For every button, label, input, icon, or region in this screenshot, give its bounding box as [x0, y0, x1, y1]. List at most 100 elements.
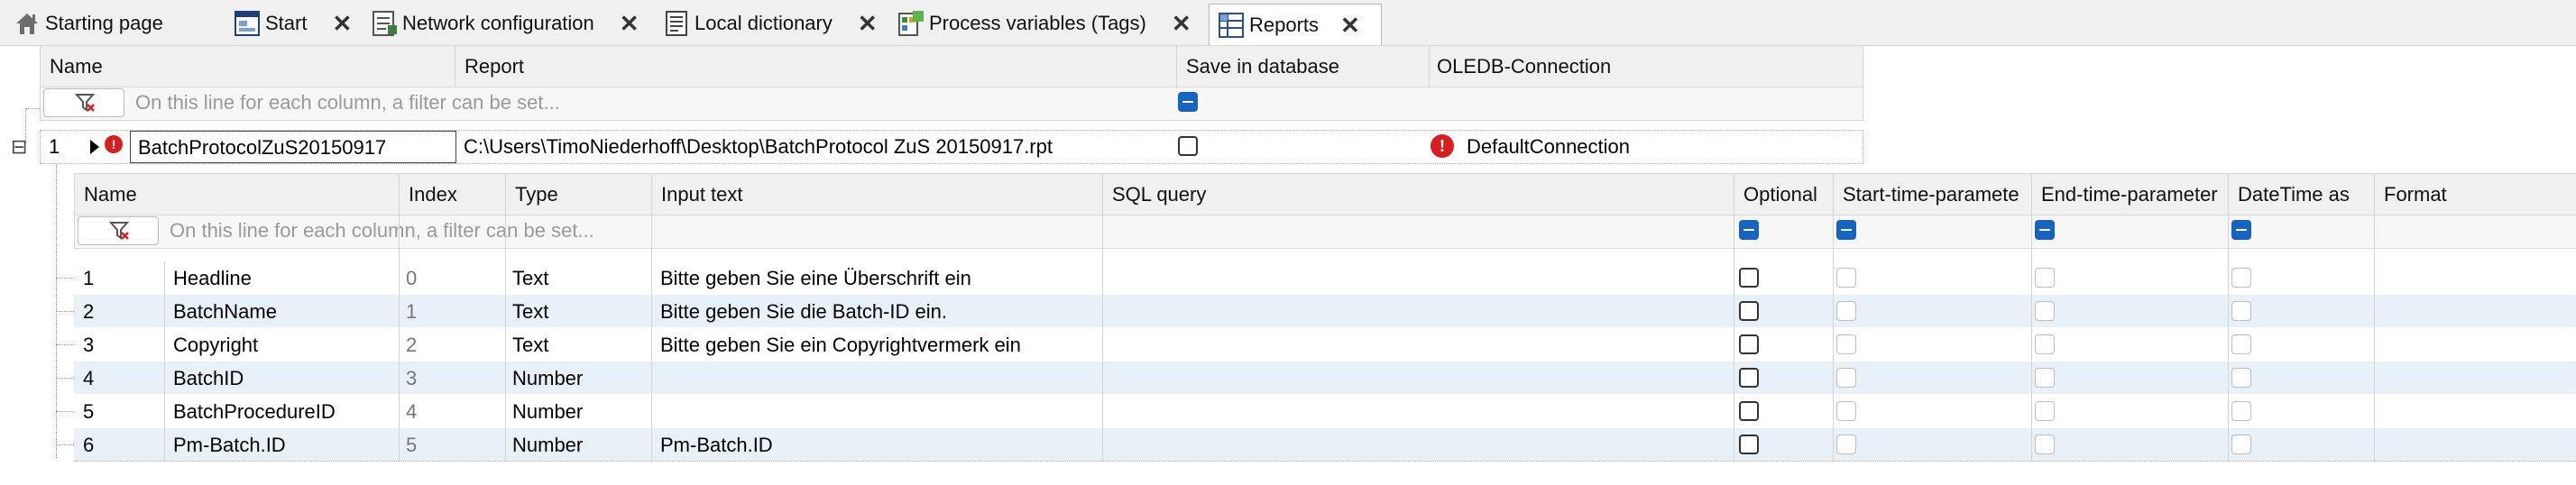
column-header-sql-query[interactable]: SQL query: [1112, 183, 1206, 206]
param-name[interactable]: BatchName: [173, 300, 277, 324]
name-input[interactable]: BatchProtocolZuS20150917: [130, 131, 456, 163]
column-header-oledb-connection[interactable]: OLEDB-Connection: [1437, 55, 1611, 78]
close-icon[interactable]: ✕: [332, 10, 352, 38]
tab-label: Network configuration: [402, 12, 594, 34]
collapse-toggle[interactable]: ⊟: [11, 135, 27, 159]
table-row[interactable]: [74, 428, 2576, 461]
table-row[interactable]: [74, 328, 2576, 361]
filter-checkbox-save-in-database[interactable]: [1178, 92, 1198, 112]
close-icon[interactable]: ✕: [1340, 12, 1360, 40]
param-input-text[interactable]: Bitte geben Sie ein Copyrightvermerk ein: [660, 334, 1021, 357]
optional-checkbox[interactable]: [1739, 368, 1759, 388]
param-index[interactable]: 4: [406, 400, 417, 424]
param-input-text[interactable]: Bitte geben Sie die Batch-ID ein.: [660, 300, 947, 324]
column-header-index[interactable]: Index: [409, 183, 457, 206]
start-time-checkbox[interactable]: [1836, 334, 1856, 354]
end-time-checkbox[interactable]: [2035, 301, 2055, 321]
tab-starting-page[interactable]: Starting page: [13, 5, 163, 41]
end-time-checkbox[interactable]: [2035, 334, 2055, 354]
column-header-name[interactable]: Name: [50, 55, 103, 78]
tab-label: Local dictionary: [695, 12, 833, 34]
param-type[interactable]: Number: [512, 434, 583, 457]
param-index[interactable]: 0: [406, 267, 417, 290]
column-header-save-in-database[interactable]: Save in database: [1186, 55, 1339, 78]
inner-filter-hint[interactable]: On this line for each column, a filter c…: [170, 219, 594, 242]
report-path[interactable]: C:\Users\TimoNiederhoff\Desktop\BatchPro…: [464, 135, 1053, 159]
column-header-name[interactable]: Name: [84, 183, 137, 206]
param-name[interactable]: Headline: [173, 267, 252, 290]
param-index[interactable]: 2: [406, 334, 417, 357]
outer-grid-header: Name Report Save in database OLEDB-Conne…: [40, 45, 1863, 88]
datetime-as-checkbox[interactable]: [2231, 368, 2251, 388]
tab-start[interactable]: Start ✕: [233, 5, 352, 41]
oledb-connection-value[interactable]: DefaultConnection: [1467, 135, 1630, 159]
column-divider: [2031, 173, 2032, 462]
datetime-as-checkbox[interactable]: [2231, 401, 2251, 421]
optional-checkbox[interactable]: [1739, 334, 1759, 354]
param-index[interactable]: 3: [406, 367, 417, 390]
column-header-input-text[interactable]: Input text: [661, 183, 743, 206]
datetime-as-checkbox[interactable]: [2231, 334, 2251, 354]
column-header-optional[interactable]: Optional: [1743, 183, 1817, 206]
param-type[interactable]: Text: [512, 267, 548, 290]
table-row[interactable]: [74, 361, 2576, 394]
filter-checkbox-optional[interactable]: [1739, 220, 1759, 240]
table-row[interactable]: [74, 295, 2576, 327]
param-index[interactable]: 5: [406, 434, 417, 457]
tab-network-configuration[interactable]: Network configuration ✕: [370, 5, 639, 41]
column-header-end-time-parameter[interactable]: End-time-parameter: [2041, 183, 2218, 206]
start-time-checkbox[interactable]: [1836, 368, 1856, 388]
end-time-checkbox[interactable]: [2035, 268, 2055, 288]
close-icon[interactable]: ✕: [620, 10, 639, 38]
start-time-checkbox[interactable]: [1836, 435, 1856, 454]
param-type[interactable]: Text: [512, 334, 548, 357]
optional-checkbox[interactable]: [1739, 301, 1759, 321]
end-time-checkbox[interactable]: [2035, 368, 2055, 388]
outer-filter-hint[interactable]: On this line for each column, a filter c…: [135, 91, 560, 114]
optional-checkbox[interactable]: [1739, 401, 1759, 421]
start-time-checkbox[interactable]: [1836, 301, 1856, 321]
save-in-database-checkbox[interactable]: [1178, 136, 1198, 156]
end-time-checkbox[interactable]: [2035, 401, 2055, 421]
name-input-value: BatchProtocolZuS20150917: [138, 136, 387, 159]
tab-process-variables[interactable]: Process variables (Tags) ✕: [897, 5, 1191, 41]
column-header-start-time-parameter[interactable]: Start-time-paramete: [1843, 183, 2019, 206]
column-header-format[interactable]: Format: [2384, 183, 2447, 206]
end-time-checkbox[interactable]: [2035, 435, 2055, 454]
optional-checkbox[interactable]: [1739, 268, 1759, 288]
start-time-checkbox[interactable]: [1836, 268, 1856, 288]
tree-line: [56, 311, 74, 312]
param-index[interactable]: 1: [406, 300, 417, 324]
filter-checkbox-end-time[interactable]: [2035, 220, 2055, 240]
start-time-checkbox[interactable]: [1836, 401, 1856, 421]
filter-button[interactable]: [78, 216, 159, 245]
param-input-text[interactable]: Pm-Batch.ID: [660, 434, 773, 457]
filter-clear-icon: [109, 222, 130, 240]
tab-local-dictionary[interactable]: Local dictionary ✕: [662, 5, 878, 41]
column-header-report[interactable]: Report: [465, 55, 524, 78]
filter-button[interactable]: [43, 88, 124, 117]
optional-checkbox[interactable]: [1739, 435, 1759, 454]
tab-reports[interactable]: Reports ✕: [1209, 4, 1382, 46]
close-icon[interactable]: ✕: [1172, 10, 1191, 38]
column-divider: [2374, 173, 2375, 462]
row-number: 4: [83, 367, 95, 389]
close-icon[interactable]: ✕: [858, 10, 878, 38]
param-input-text[interactable]: Bitte geben Sie eine Überschrift ein: [660, 267, 971, 290]
datetime-as-checkbox[interactable]: [2231, 268, 2251, 288]
param-type[interactable]: Number: [512, 400, 583, 424]
param-name[interactable]: Pm-Batch.ID: [173, 434, 286, 457]
column-header-type[interactable]: Type: [515, 183, 558, 206]
param-name[interactable]: BatchProcedureID: [173, 400, 336, 424]
table-row[interactable]: [74, 395, 2576, 427]
datetime-as-checkbox[interactable]: [2231, 301, 2251, 321]
column-header-datetime-as[interactable]: DateTime as: [2238, 183, 2350, 206]
datetime-as-checkbox[interactable]: [2231, 435, 2251, 454]
param-name[interactable]: Copyright: [173, 334, 258, 357]
param-type[interactable]: Number: [512, 367, 583, 390]
filter-checkbox-datetime-as[interactable]: [2231, 220, 2251, 240]
param-type[interactable]: Text: [512, 300, 548, 324]
table-row[interactable]: [74, 261, 2576, 294]
filter-checkbox-start-time[interactable]: [1836, 220, 1856, 240]
param-name[interactable]: BatchID: [173, 367, 244, 390]
